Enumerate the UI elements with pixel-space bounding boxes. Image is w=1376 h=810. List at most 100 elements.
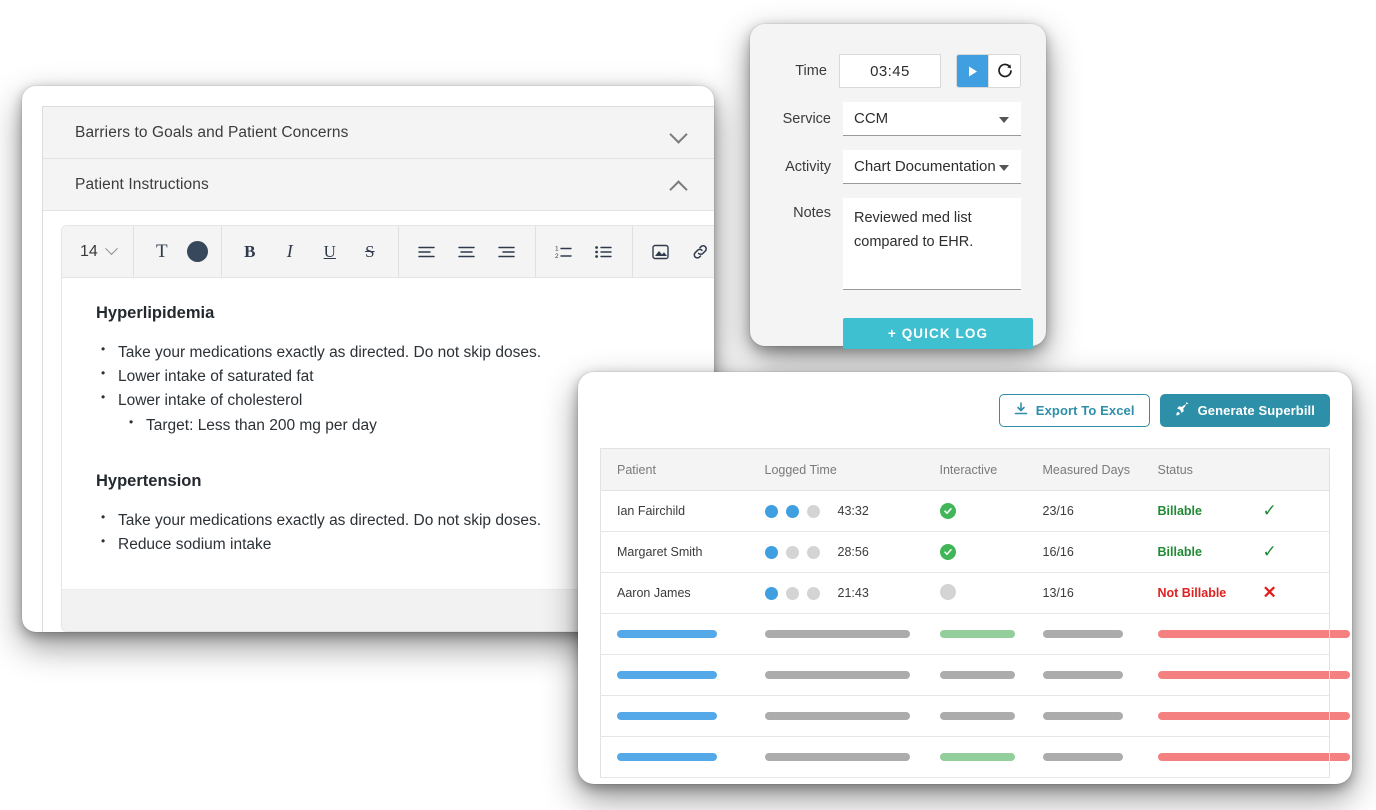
- toolbar-group-decoration: B I U S: [222, 226, 399, 277]
- placeholder-bar: [939, 671, 1015, 679]
- table-row-placeholder: [600, 695, 1350, 737]
- column-header-status[interactable]: Status: [1141, 448, 1247, 491]
- chevron-down-icon: [999, 165, 1009, 171]
- cell-status: Billable: [1141, 531, 1247, 573]
- placeholder-bar: [617, 630, 717, 638]
- cell-placeholder: [1246, 613, 1330, 655]
- align-left-icon[interactable]: [412, 237, 442, 267]
- cell-placeholder: [748, 654, 924, 696]
- cell-placeholder: [748, 695, 924, 737]
- accordion-patient-instructions-title: Patient Instructions: [75, 175, 209, 193]
- placeholder-bar: [1042, 671, 1123, 679]
- cell-placeholder: [1141, 654, 1350, 696]
- logged-time-value: 21:43: [837, 586, 869, 600]
- accordion-patient-instructions[interactable]: Patient Instructions: [43, 159, 714, 211]
- placeholder-bar: [617, 753, 717, 761]
- bulleted-list-icon[interactable]: [589, 237, 619, 267]
- text-format-icon[interactable]: T: [147, 237, 177, 267]
- insert-image-icon[interactable]: [646, 237, 676, 267]
- time-field-row: Time 03:45: [775, 54, 1021, 88]
- numbered-list-icon[interactable]: 1 2: [549, 237, 579, 267]
- table-header-row: Patient Logged Time Interactive Measured…: [600, 448, 1330, 491]
- service-select[interactable]: CCM: [843, 102, 1021, 136]
- accordion-barriers-to-goals[interactable]: Barriers to Goals and Patient Concerns: [43, 107, 714, 159]
- table-body: Ian Fairchild 43:32 23/16 Billable ✓ Margaret…: [600, 490, 1350, 778]
- text-color-icon[interactable]: [186, 241, 208, 262]
- status-badge: Not Billable: [1157, 586, 1227, 600]
- chevron-down-icon[interactable]: [670, 127, 688, 138]
- logged-time-dots: 28:56: [764, 545, 924, 559]
- cell-patient: Margaret Smith: [600, 531, 749, 573]
- activity-select[interactable]: Chart Documentation: [843, 150, 1021, 184]
- strikethrough-icon[interactable]: S: [355, 237, 385, 267]
- cell-status-mark: ✕: [1246, 572, 1330, 614]
- generate-superbill-label: Generate Superbill: [1197, 403, 1315, 418]
- cell-placeholder: [923, 613, 1027, 655]
- timer-controls: [955, 54, 1021, 88]
- column-header-logged-time[interactable]: Logged Time: [748, 448, 924, 491]
- table-row[interactable]: Aaron James 21:43 13/16 Not Billable ✕: [600, 572, 1330, 614]
- align-center-icon[interactable]: [452, 237, 482, 267]
- dot-filled: [764, 504, 778, 518]
- notes-label: Notes: [793, 205, 831, 221]
- dot-empty: [806, 545, 820, 559]
- interactive-check-icon: [939, 544, 956, 560]
- cell-placeholder: [923, 736, 1027, 778]
- cell-placeholder: [600, 736, 749, 778]
- quick-log-button[interactable]: + QUICK LOG: [843, 318, 1033, 349]
- placeholder-bar: [764, 630, 910, 638]
- service-value: CCM: [854, 110, 889, 127]
- placeholder-bar: [764, 712, 910, 720]
- cell-placeholder: [923, 695, 1027, 737]
- cell-placeholder: [1141, 613, 1350, 655]
- svg-text:2: 2: [555, 253, 559, 259]
- insert-link-icon[interactable]: [686, 237, 714, 267]
- screenshot-stage: Barriers to Goals and Patient Concerns P…: [0, 0, 1376, 810]
- cell-placeholder: [1246, 654, 1330, 696]
- logged-time-value: 43:32: [837, 504, 869, 518]
- placeholder-bar: [939, 712, 1015, 720]
- quick-log-timer-card: Time 03:45 Service CCM Activity Chart Do…: [750, 24, 1046, 349]
- column-header-patient[interactable]: Patient: [600, 448, 749, 491]
- placeholder-bar: [939, 753, 1015, 761]
- cell-placeholder: [600, 695, 749, 737]
- time-input[interactable]: 03:45: [838, 54, 941, 88]
- service-field-row: Service CCM: [775, 102, 1021, 136]
- reset-icon[interactable]: [988, 55, 1020, 87]
- chevron-down-icon: [999, 117, 1009, 123]
- column-header-mark: [1246, 448, 1330, 491]
- activity-field-row: Activity Chart Documentation: [775, 150, 1021, 184]
- status-badge: Billable: [1157, 504, 1202, 518]
- table-row-placeholder: [600, 736, 1350, 778]
- export-to-excel-button[interactable]: Export To Excel: [998, 394, 1150, 427]
- notes-textarea[interactable]: Reviewed med list compared to EHR.: [843, 198, 1021, 290]
- cell-interactive: [923, 572, 1027, 614]
- play-icon[interactable]: [956, 55, 989, 87]
- cell-status: Billable: [1141, 490, 1247, 532]
- underline-icon[interactable]: U: [315, 237, 345, 267]
- align-right-icon[interactable]: [492, 237, 522, 267]
- table-row[interactable]: Ian Fairchild 43:32 23/16 Billable ✓: [600, 490, 1330, 532]
- column-header-measured-days[interactable]: Measured Days: [1026, 448, 1142, 491]
- bold-icon[interactable]: B: [235, 237, 265, 267]
- italic-icon[interactable]: I: [275, 237, 305, 267]
- chevron-up-icon[interactable]: [670, 179, 688, 190]
- table-row-placeholder: [600, 654, 1350, 696]
- list-item: Take your medications exactly as directe…: [96, 340, 684, 365]
- accordion-barriers-title: Barriers to Goals and Patient Concerns: [75, 123, 349, 141]
- column-header-interactive[interactable]: Interactive: [923, 448, 1027, 491]
- rocket-icon: [1175, 401, 1190, 420]
- dot-filled: [764, 545, 778, 559]
- interactive-check-icon: [939, 503, 956, 519]
- dot-filled: [785, 504, 799, 518]
- check-icon: ✓: [1262, 542, 1277, 561]
- dot-empty: [806, 504, 820, 518]
- cell-status-mark: ✓: [1246, 531, 1330, 573]
- cell-placeholder: [600, 654, 749, 696]
- table-row[interactable]: Margaret Smith 28:56 16/16 Billable ✓: [600, 531, 1330, 573]
- font-size-dropdown[interactable]: 14: [80, 242, 120, 261]
- check-icon: ✓: [1262, 501, 1277, 520]
- dot-empty: [785, 545, 799, 559]
- placeholder-bar: [1042, 753, 1123, 761]
- generate-superbill-button[interactable]: Generate Superbill: [1159, 394, 1330, 427]
